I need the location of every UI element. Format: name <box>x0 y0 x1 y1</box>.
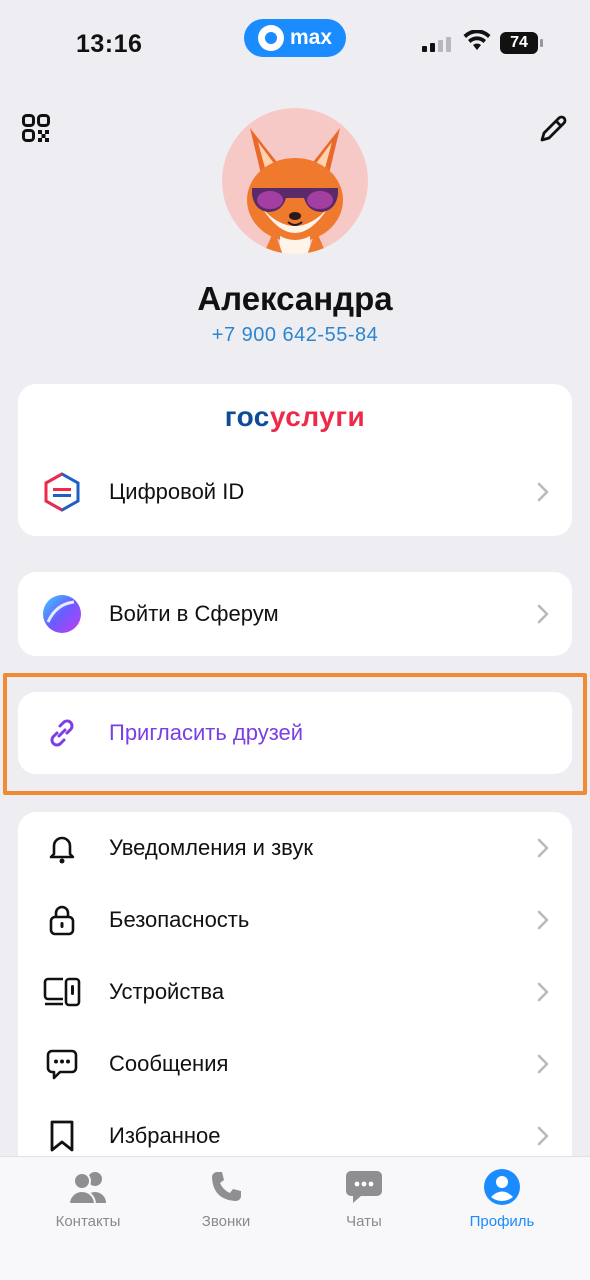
fox-avatar-icon <box>247 128 343 254</box>
settings-item-devices[interactable]: Устройства <box>18 956 572 1028</box>
chevron-right-icon <box>537 838 549 858</box>
devices-icon <box>40 970 84 1014</box>
tab-contacts[interactable]: Контакты <box>28 1167 148 1230</box>
chevron-right-icon <box>537 910 549 930</box>
profile-phone: +7 900 642-55-84 <box>211 324 379 346</box>
tab-label: Контакты <box>55 1213 121 1230</box>
gosuslugi-logo-part1: гос <box>224 401 270 432</box>
highlight-outline <box>3 673 587 795</box>
bookmark-icon <box>40 1114 84 1158</box>
sferum-row[interactable]: Войти в Сферум <box>18 572 572 656</box>
tab-profile[interactable]: Профиль <box>442 1167 562 1230</box>
settings-item-messages[interactable]: Сообщения <box>18 1028 572 1100</box>
settings-item-label: Уведомления и звук <box>109 835 313 860</box>
cellular-signal-icon <box>422 34 451 52</box>
contacts-icon <box>68 1167 108 1207</box>
tab-label: Чаты <box>346 1213 382 1230</box>
digital-id-label: Цифровой ID <box>109 479 245 504</box>
settings-item-security[interactable]: Безопасность <box>18 884 572 956</box>
settings-item-label: Устройства <box>109 979 225 1004</box>
settings-item-label: Безопасность <box>109 907 250 932</box>
tab-chats[interactable]: Чаты <box>304 1167 424 1230</box>
gosuslugi-card: гос услуги Цифровой ID <box>18 384 572 536</box>
chevron-right-icon <box>537 1054 549 1074</box>
battery-icon: 74 <box>500 32 543 54</box>
gosuslugi-logo-part2: услуги <box>269 401 366 432</box>
tab-bar: Контакты Звонки Чаты Профиль <box>0 1156 590 1280</box>
tab-calls[interactable]: Звонки <box>166 1167 286 1230</box>
message-icon <box>40 1042 84 1086</box>
settings-card: Уведомления и звук Безопасность Устройст… <box>18 812 572 1172</box>
qr-code-icon[interactable] <box>22 114 50 142</box>
digital-id-icon <box>40 470 84 514</box>
lock-icon <box>40 898 84 942</box>
sferum-card: Войти в Сферум <box>18 572 572 656</box>
settings-item-label: Избранное <box>109 1123 221 1148</box>
status-bar: 13:16 max 74 <box>0 0 590 90</box>
chevron-right-icon <box>537 604 549 624</box>
tab-label: Профиль <box>469 1213 535 1230</box>
avatar[interactable] <box>222 108 368 254</box>
profile-icon <box>482 1167 522 1207</box>
digital-id-row[interactable]: Цифровой ID <box>18 450 572 534</box>
phone-icon <box>206 1167 246 1207</box>
wifi-icon <box>463 30 491 50</box>
profile-name: Александра <box>197 280 393 317</box>
bell-icon <box>40 826 84 870</box>
settings-item-label: Сообщения <box>109 1051 229 1076</box>
max-app-pill[interactable]: max <box>244 19 346 57</box>
sferum-icon <box>40 592 84 636</box>
tab-label: Звонки <box>201 1213 251 1230</box>
status-time: 13:16 <box>76 30 143 58</box>
max-logo-icon <box>257 25 284 51</box>
battery-level: 74 <box>510 34 528 51</box>
settings-item-notifications[interactable]: Уведомления и звук <box>18 812 572 884</box>
chat-icon <box>344 1167 384 1207</box>
chevron-right-icon <box>537 982 549 1002</box>
max-pill-label: max <box>289 26 333 49</box>
gosuslugi-logo: гос услуги <box>18 384 572 450</box>
edit-pencil-icon[interactable] <box>538 114 568 144</box>
sferum-label: Войти в Сферум <box>109 601 279 626</box>
chevron-right-icon <box>537 482 549 502</box>
chevron-right-icon <box>537 1126 549 1146</box>
